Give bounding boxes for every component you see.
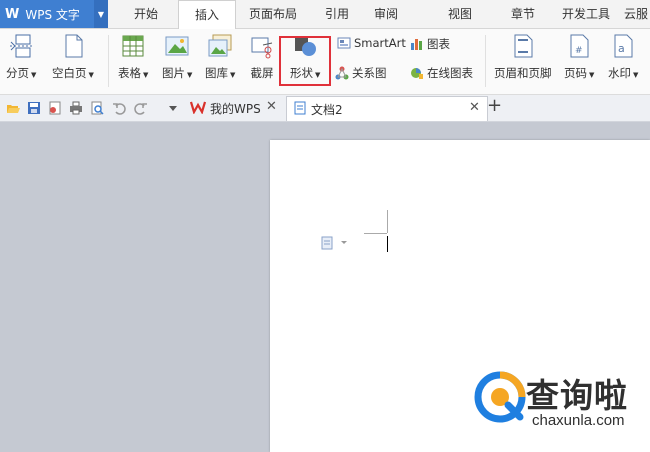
blank-page-button[interactable]: 空白页 ▼ xyxy=(52,33,94,81)
chevron-down-icon[interactable]: ▼ xyxy=(94,0,108,28)
header-footer-button[interactable]: 页眉和页脚 xyxy=(494,33,552,81)
blank-page-label: 空白页 xyxy=(52,66,87,80)
online-chart-label: 在线图表 xyxy=(427,66,473,80)
save-icon[interactable] xyxy=(27,101,41,115)
text-cursor xyxy=(387,236,388,252)
watermark-label: 水印 xyxy=(608,66,631,80)
tab-review[interactable]: 审阅 xyxy=(363,0,409,28)
picture-button[interactable]: 图片 ▼ xyxy=(162,33,192,81)
picture-icon xyxy=(164,33,190,59)
page-number-icon: # xyxy=(566,33,592,59)
picture-label: 图片 xyxy=(162,66,185,80)
gallery-label: 图库 xyxy=(205,66,228,80)
page-number-button[interactable]: # 页码 ▼ xyxy=(564,33,594,81)
close-icon[interactable]: ✕ xyxy=(469,100,480,115)
app-title: WPS 文字 xyxy=(25,7,80,22)
export-pdf-icon[interactable] xyxy=(48,101,62,115)
page-number-label: 页码 xyxy=(564,66,587,80)
bar-chart-icon xyxy=(410,37,424,51)
smartart-button[interactable]: SmartArt xyxy=(337,36,406,50)
tab-developer[interactable]: 开发工具 xyxy=(556,0,616,28)
page-break-label: 分页 xyxy=(6,66,29,80)
chevron-down-icon[interactable] xyxy=(166,102,180,116)
print-icon[interactable] xyxy=(69,101,83,115)
chart-button[interactable]: 图表 xyxy=(410,36,450,52)
margin-corner-mark xyxy=(364,233,387,234)
watermark-button[interactable]: a 水印 ▼ xyxy=(608,33,638,81)
watermark-text: 查询啦 xyxy=(526,376,628,415)
quick-access-bar: 我的WPS 文档2 ✕ ✕ + xyxy=(0,95,650,122)
screenshot-icon xyxy=(249,33,275,59)
redo-icon[interactable] xyxy=(134,101,148,115)
close-icon[interactable]: ✕ xyxy=(266,99,277,114)
undo-icon[interactable] xyxy=(112,101,126,115)
online-chart-button[interactable]: 在线图表 xyxy=(410,65,473,81)
watermark-logo-icon xyxy=(474,371,526,423)
open-folder-icon[interactable] xyxy=(6,101,20,115)
tab-home[interactable]: 开始 xyxy=(120,0,172,28)
watermark-icon: a xyxy=(610,33,636,59)
gallery-icon xyxy=(207,33,233,59)
watermark-site: chaxunla.com xyxy=(532,412,625,429)
header-footer-icon xyxy=(510,33,536,59)
blank-page-icon xyxy=(60,33,86,59)
ribbon-separator xyxy=(485,35,486,87)
tab-page-layout[interactable]: 页面布局 xyxy=(240,0,306,28)
tab-document-2-label: 文档2 xyxy=(311,102,343,117)
table-icon xyxy=(120,33,146,59)
header-footer-label: 页眉和页脚 xyxy=(494,66,552,80)
relation-chart-icon xyxy=(335,66,349,80)
app-menu-button[interactable]: W WPS 文字 ▼ xyxy=(0,0,108,28)
page-break-button[interactable]: 分页 ▼ xyxy=(6,33,36,81)
new-tab-button[interactable]: + xyxy=(487,95,502,116)
tab-my-wps-label: 我的WPS xyxy=(210,101,261,116)
tab-section[interactable]: 章节 xyxy=(500,0,546,28)
margin-corner-mark xyxy=(387,210,388,233)
tab-cloud[interactable]: 云服 xyxy=(624,0,650,28)
chart-label: 图表 xyxy=(427,37,450,51)
online-chart-icon xyxy=(410,66,424,80)
tab-view[interactable]: 视图 xyxy=(437,0,483,28)
tab-insert[interactable]: 插入 xyxy=(178,0,236,30)
tab-document-2[interactable]: 文档2 ✕ xyxy=(286,96,488,121)
smartart-icon xyxy=(337,36,351,50)
shapes-highlight-box xyxy=(279,36,331,86)
menu-bar: W WPS 文字 ▼ 开始 插入 页面布局 引用 审阅 视图 章节 开发工具 云… xyxy=(0,0,650,30)
table-button[interactable]: 表格 ▼ xyxy=(118,33,148,81)
svg-text:#: # xyxy=(575,46,583,56)
print-preview-icon[interactable] xyxy=(90,101,104,115)
relation-chart-button[interactable]: 关系图 xyxy=(335,65,387,81)
tab-references[interactable]: 引用 xyxy=(314,0,360,28)
screenshot-label: 截屏 xyxy=(250,66,274,80)
wps-logo-icon xyxy=(189,100,207,117)
smartart-label: SmartArt xyxy=(354,36,406,50)
wps-logo-icon: W xyxy=(5,6,20,22)
ribbon-separator xyxy=(108,35,109,87)
paste-options-icon[interactable] xyxy=(321,236,349,253)
gallery-button[interactable]: 图库 ▼ xyxy=(205,33,235,81)
relation-chart-label: 关系图 xyxy=(352,66,387,80)
document-icon xyxy=(293,101,307,118)
site-watermark: 查询啦 chaxunla.com xyxy=(474,367,650,437)
svg-text:a: a xyxy=(618,42,625,55)
table-label: 表格 xyxy=(118,66,141,80)
screenshot-button[interactable]: 截屏 xyxy=(249,33,275,81)
page-break-icon xyxy=(8,33,34,59)
